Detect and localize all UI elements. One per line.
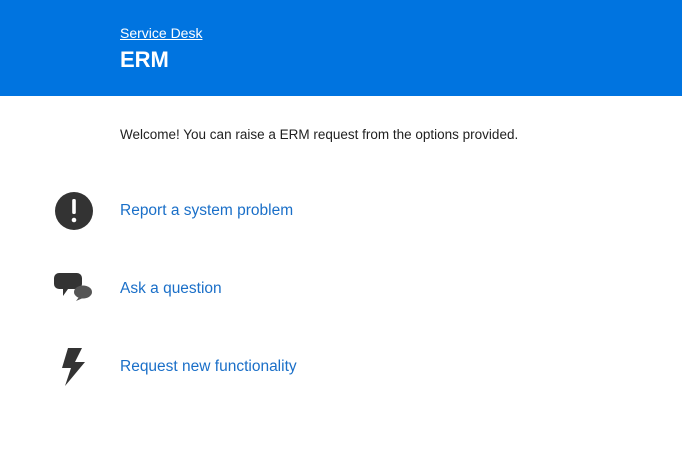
- page-title: ERM: [120, 47, 169, 72]
- ask-question-link[interactable]: Ask a question: [120, 280, 222, 298]
- header-banner: Service Desk ERM: [0, 0, 682, 96]
- exclamation-icon: [53, 190, 95, 232]
- chat-bubbles-icon: [53, 268, 95, 310]
- report-system-problem-link[interactable]: Report a system problem: [120, 202, 293, 220]
- option-report-system-problem[interactable]: Report a system problem: [0, 190, 682, 234]
- breadcrumb-service-desk-link[interactable]: Service Desk: [120, 25, 202, 41]
- request-new-functionality-link[interactable]: Request new functionality: [120, 358, 297, 376]
- option-ask-question[interactable]: Ask a question: [0, 268, 682, 312]
- lightning-bolt-icon: [53, 346, 95, 388]
- option-request-new-functionality[interactable]: Request new functionality: [0, 346, 682, 390]
- welcome-message: Welcome! You can raise a ERM request fro…: [120, 127, 519, 142]
